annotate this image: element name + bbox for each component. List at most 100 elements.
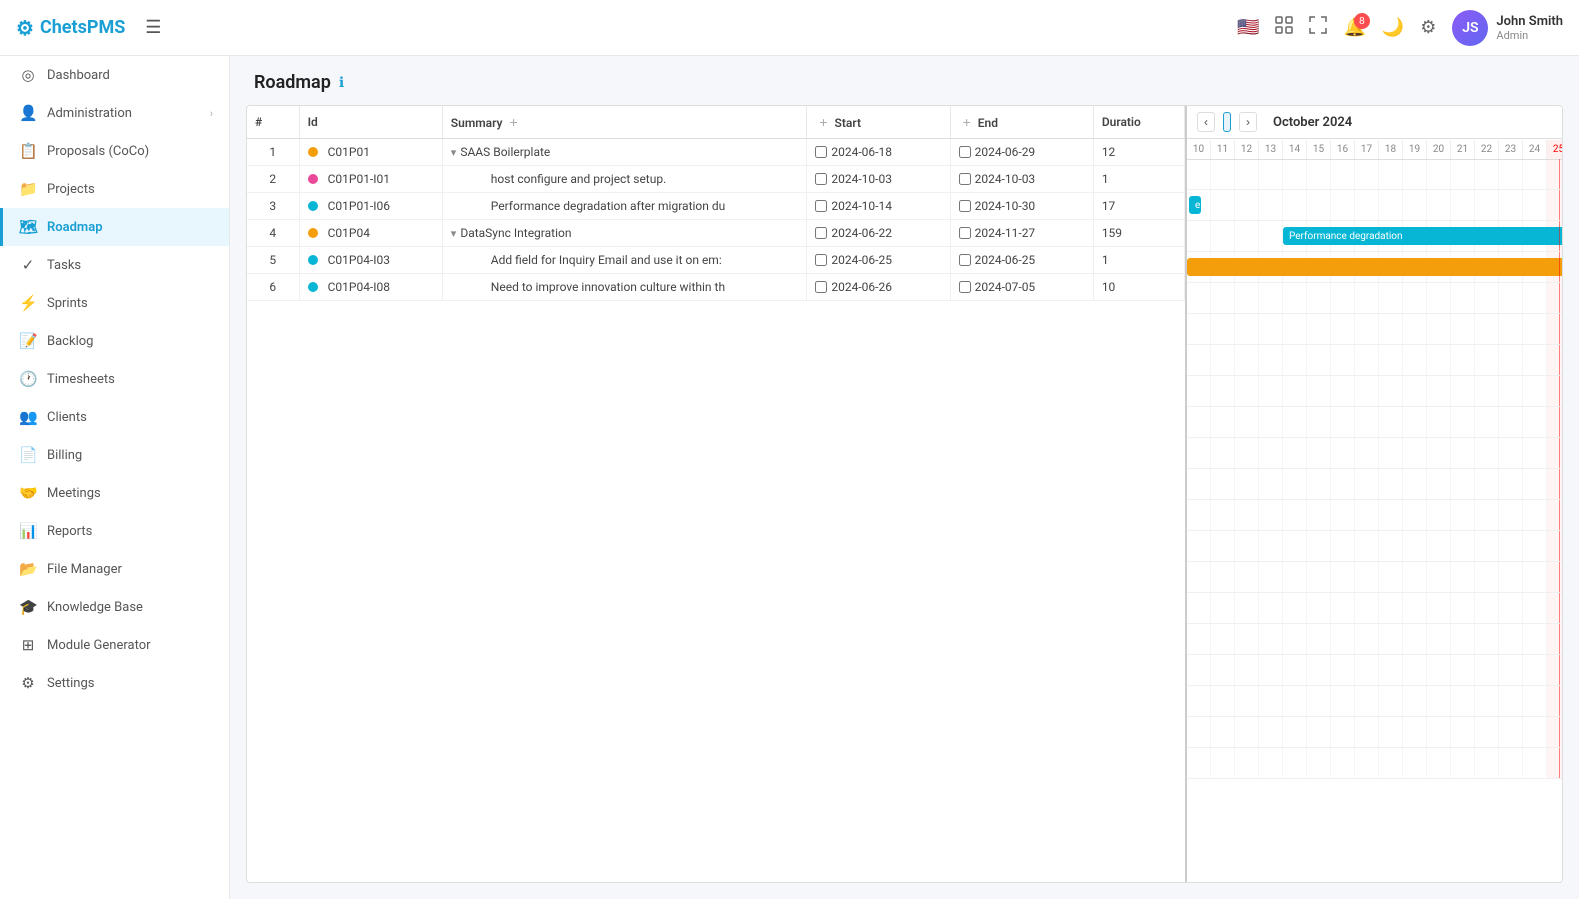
gantt-cell xyxy=(1355,438,1379,468)
sidebar-item-backlog[interactable]: 📝Backlog xyxy=(0,322,229,360)
sidebar-label-15: Module Generator xyxy=(47,638,151,653)
sidebar-item-administration[interactable]: 👤Administration› xyxy=(0,94,229,132)
expand-button[interactable]: ▾ xyxy=(451,227,457,240)
sidebar-label-6: Sprints xyxy=(47,296,88,311)
gantt-row xyxy=(1187,314,1562,345)
add-end-button[interactable]: + xyxy=(959,114,975,130)
add-start-button[interactable]: + xyxy=(815,114,831,130)
gantt-cell xyxy=(1475,624,1499,654)
gantt-cell xyxy=(1547,469,1562,499)
sidebar-label-10: Billing xyxy=(47,448,82,463)
sidebar-item-sprints[interactable]: ⚡Sprints xyxy=(0,284,229,322)
user-profile[interactable]: JS John Smith Admin xyxy=(1452,10,1563,46)
gantt-cell xyxy=(1331,593,1355,623)
hamburger-button[interactable]: ☰ xyxy=(141,13,165,42)
expand-button[interactable]: ▾ xyxy=(451,146,457,159)
sidebar-item-module-generator[interactable]: ⊞Module Generator xyxy=(0,626,229,664)
summary-text: Add field for Inquiry Email and use it o… xyxy=(491,253,722,267)
gantt-bar[interactable]: e and project setup. xyxy=(1189,196,1201,214)
sidebar-item-billing[interactable]: 📄Billing xyxy=(0,436,229,474)
start-checkbox[interactable] xyxy=(815,227,827,239)
gantt-cell xyxy=(1355,593,1379,623)
gantt-cell xyxy=(1331,562,1355,592)
gantt-cell xyxy=(1451,190,1475,220)
end-checkbox[interactable] xyxy=(959,146,971,158)
dark-mode-button[interactable]: 🌙 xyxy=(1382,17,1404,38)
sidebar-item-reports[interactable]: 📊Reports xyxy=(0,512,229,550)
sidebar-item-meetings[interactable]: 🤝Meetings xyxy=(0,474,229,512)
gantt-current-button[interactable] xyxy=(1223,112,1231,132)
gantt-cell xyxy=(1475,500,1499,530)
gantt-cell xyxy=(1211,531,1235,561)
end-checkbox[interactable] xyxy=(959,173,971,185)
settings-button[interactable]: ⚙ xyxy=(1420,17,1436,38)
gantt-cell xyxy=(1355,283,1379,313)
add-column-button[interactable]: + xyxy=(505,114,521,130)
gantt-wrapper: ‹ › October 2024 10111213141516171819202… xyxy=(1187,106,1562,882)
sidebar-icon-5: ✓ xyxy=(19,256,37,274)
flag-button[interactable]: 🇺🇸 xyxy=(1237,17,1259,38)
grid-button[interactable] xyxy=(1275,16,1293,39)
start-checkbox[interactable] xyxy=(815,281,827,293)
gantt-row xyxy=(1187,438,1562,469)
gantt-cell xyxy=(1451,314,1475,344)
start-checkbox[interactable] xyxy=(815,173,827,185)
start-checkbox[interactable] xyxy=(815,200,827,212)
gantt-cell xyxy=(1403,500,1427,530)
end-checkbox[interactable] xyxy=(959,254,971,266)
roadmap-table: # Id Summary + + Start + xyxy=(247,106,1185,301)
gantt-cell xyxy=(1283,438,1307,468)
sidebar-item-knowledge-base[interactable]: 🎓Knowledge Base xyxy=(0,588,229,626)
sidebar-item-projects[interactable]: 📁Projects xyxy=(0,170,229,208)
start-checkbox[interactable] xyxy=(815,254,827,266)
end-checkbox[interactable] xyxy=(959,281,971,293)
avatar: JS xyxy=(1452,10,1488,46)
gantt-cell xyxy=(1403,314,1427,344)
gantt-cell xyxy=(1355,159,1379,189)
gantt-cell xyxy=(1211,500,1235,530)
sidebar-item-dashboard[interactable]: ◎Dashboard xyxy=(0,56,229,94)
sidebar-item-timesheets[interactable]: 🕐Timesheets xyxy=(0,360,229,398)
gantt-cell xyxy=(1355,655,1379,685)
status-dot xyxy=(308,201,318,211)
gantt-cell xyxy=(1187,221,1211,251)
info-icon[interactable]: ℹ xyxy=(339,75,344,91)
gantt-cell xyxy=(1379,314,1403,344)
gantt-cell xyxy=(1235,531,1259,561)
sidebar-item-roadmap[interactable]: 🗺Roadmap xyxy=(0,208,229,246)
gantt-cell xyxy=(1379,469,1403,499)
gantt-bar[interactable]: Performance degradation xyxy=(1283,227,1562,245)
sidebar: ◎Dashboard👤Administration›📋Proposals (Co… xyxy=(0,56,230,899)
gantt-prev-button[interactable]: ‹ xyxy=(1197,112,1215,132)
gantt-cell xyxy=(1235,438,1259,468)
gantt-cell xyxy=(1523,500,1547,530)
start-checkbox[interactable] xyxy=(815,146,827,158)
sidebar-item-file-manager[interactable]: 📂File Manager xyxy=(0,550,229,588)
gantt-cell xyxy=(1235,345,1259,375)
gantt-cell xyxy=(1331,407,1355,437)
user-text: John Smith Admin xyxy=(1496,14,1563,42)
gantt-cell xyxy=(1403,562,1427,592)
expand-button[interactable] xyxy=(1309,16,1327,39)
sidebar-item-clients[interactable]: 👥Clients xyxy=(0,398,229,436)
gantt-cell xyxy=(1523,562,1547,592)
end-date: 2024-10-30 xyxy=(975,199,1036,213)
sidebar-item-proposals-coco[interactable]: 📋Proposals (CoCo) xyxy=(0,132,229,170)
gantt-cell xyxy=(1427,624,1451,654)
gantt-next-button[interactable]: › xyxy=(1239,112,1257,132)
sidebar-item-tasks[interactable]: ✓Tasks xyxy=(0,246,229,284)
gantt-cell xyxy=(1355,562,1379,592)
sidebar-label-9: Clients xyxy=(47,410,87,425)
gantt-day-header: 21 xyxy=(1451,140,1475,159)
gantt-row xyxy=(1187,717,1562,748)
gantt-bar[interactable] xyxy=(1187,258,1562,276)
gantt-cell xyxy=(1307,469,1331,499)
gantt-cell xyxy=(1307,438,1331,468)
gantt-cell xyxy=(1187,159,1211,189)
end-checkbox[interactable] xyxy=(959,200,971,212)
notification-button[interactable]: 🔔 8 xyxy=(1343,17,1365,38)
gantt-cell xyxy=(1283,159,1307,189)
end-checkbox[interactable] xyxy=(959,227,971,239)
gantt-day-header: 10 xyxy=(1187,140,1211,159)
sidebar-item-settings[interactable]: ⚙Settings xyxy=(0,664,229,702)
